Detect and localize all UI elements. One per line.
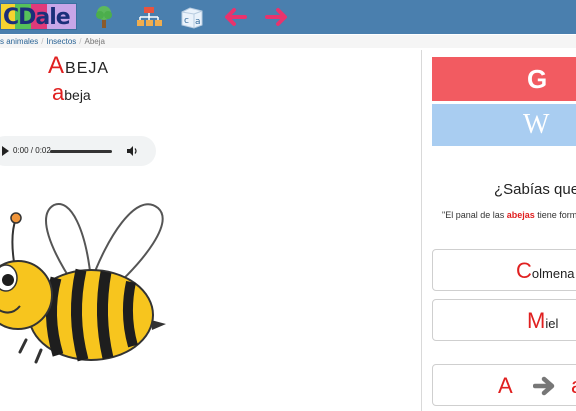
audio-player: 0:00 / 0:02 xyxy=(0,136,156,166)
logo-text: CDale xyxy=(3,5,71,30)
arrow-right-icon xyxy=(533,376,555,396)
case-toggle-button[interactable]: A a xyxy=(432,364,576,406)
word-uppercase-initial: A xyxy=(48,52,66,79)
did-you-know-fact: "El panal de las abejas tiene form xyxy=(442,208,576,222)
play-icon[interactable] xyxy=(2,146,9,156)
audio-time: 0:00 / 0:02 xyxy=(13,146,51,155)
case-lower: a xyxy=(571,365,576,407)
related-word-miel[interactable]: Miel xyxy=(432,299,576,341)
related-word-initial: C xyxy=(516,258,532,283)
bee-illustration xyxy=(0,203,166,364)
arrow-left-icon[interactable] xyxy=(220,3,248,31)
breadcrumb: s animales / Insectos / Abeja xyxy=(0,35,576,48)
related-word-colmena[interactable]: Colmena xyxy=(432,249,576,291)
word-uppercase: ABEJA xyxy=(48,52,109,80)
breadcrumb-item-insectos[interactable]: Insectos xyxy=(46,37,76,46)
volume-icon[interactable] xyxy=(125,144,139,158)
related-word-label: Miel xyxy=(527,300,558,345)
audio-progress-bar[interactable] xyxy=(50,150,112,153)
column-divider xyxy=(421,50,422,411)
page: CDale c a s animales / Insectos / Abeja … xyxy=(0,0,576,411)
breadcrumb-item-current: Abeja xyxy=(84,37,105,46)
related-word-rest: olmena xyxy=(531,266,575,281)
breadcrumb-item-animales[interactable]: s animales xyxy=(0,37,38,46)
did-you-know-title: ¿Sabías que... xyxy=(494,181,576,198)
tree-icon[interactable] xyxy=(90,3,118,31)
logo[interactable]: CDale xyxy=(0,3,77,30)
word-lowercase-initial: a xyxy=(52,80,65,105)
arrow-right-icon[interactable] xyxy=(264,3,292,31)
svg-text:c: c xyxy=(184,16,189,26)
related-word-rest: iel xyxy=(545,316,559,331)
google-search-button[interactable]: G xyxy=(432,57,576,101)
sitemap-icon[interactable] xyxy=(135,3,163,31)
wikipedia-button[interactable]: W xyxy=(432,104,576,146)
svg-text:a: a xyxy=(195,17,201,27)
top-bar: CDale c a xyxy=(0,0,576,34)
word-lowercase: abeja xyxy=(52,80,91,106)
fact-text-end: tiene form xyxy=(534,210,576,220)
letter-blocks-icon[interactable]: c a xyxy=(178,3,206,31)
fact-highlight: abejas xyxy=(506,210,535,220)
breadcrumb-separator: / xyxy=(41,37,44,46)
related-word-label: Colmena xyxy=(516,250,575,295)
fact-text: "El panal de las xyxy=(442,210,507,220)
breadcrumb-separator: / xyxy=(79,37,82,46)
google-icon: G xyxy=(527,64,548,94)
wikipedia-icon: W xyxy=(523,109,550,140)
word-lowercase-rest: beja xyxy=(64,87,91,103)
case-upper: A xyxy=(498,373,513,398)
related-word-initial: M xyxy=(527,308,546,333)
word-uppercase-rest: BEJA xyxy=(65,60,110,77)
